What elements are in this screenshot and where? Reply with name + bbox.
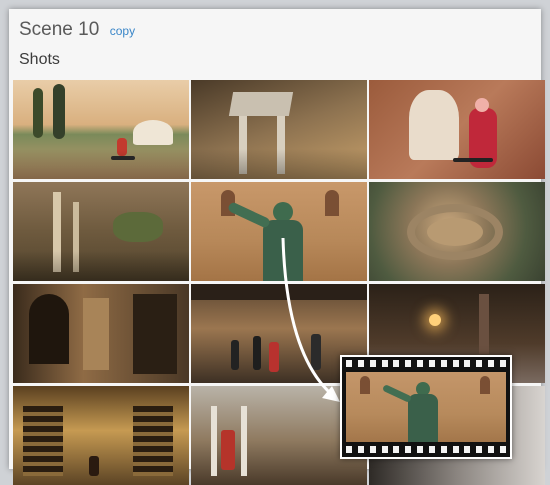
shot-thumbnail-2[interactable]: [191, 80, 367, 179]
shot-thumbnail-5[interactable]: [191, 182, 367, 281]
shots-label: Shots: [19, 51, 60, 68]
filmstrip-perforations-top: [346, 360, 506, 368]
filmstrip-perforations-bottom: [346, 446, 506, 454]
shot-thumbnail-6[interactable]: [369, 182, 545, 281]
filmstrip-frame: [346, 372, 506, 442]
scene-header: Scene 10 copy: [19, 19, 531, 41]
filmstrip-icon[interactable]: [340, 355, 512, 459]
shot-thumbnail-7[interactable]: [13, 284, 189, 383]
shot-thumbnail-1[interactable]: [13, 80, 189, 179]
shot-thumbnail-3[interactable]: [369, 80, 545, 179]
copy-link[interactable]: copy: [110, 24, 135, 38]
scene-title: Scene 10: [19, 19, 100, 40]
shot-thumbnail-4[interactable]: [13, 182, 189, 281]
shot-thumbnail-10[interactable]: [13, 386, 189, 485]
